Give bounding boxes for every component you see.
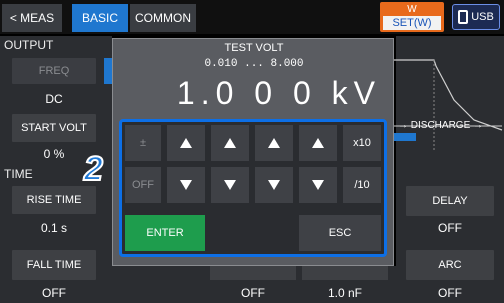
esc-button[interactable]: ESC <box>299 215 381 251</box>
time-label: TIME <box>4 167 33 181</box>
waveform-graph <box>394 59 503 150</box>
keypad: ± x10 OFF /10 ENTER ESC <box>119 119 387 257</box>
digit1-down-key[interactable] <box>167 167 205 203</box>
arc-value: OFF <box>438 286 462 300</box>
freq-value: DC <box>45 92 63 106</box>
digit3-up-key[interactable] <box>255 125 293 161</box>
digit2-up-key[interactable] <box>211 125 249 161</box>
usb-button[interactable]: USB <box>452 4 500 30</box>
fall-time-button[interactable]: FALL TIME <box>12 250 96 280</box>
step-number-badge: 2 <box>83 149 104 189</box>
enter-button[interactable]: ENTER <box>125 215 205 251</box>
test-volt-dialog: TEST VOLT 0.010 ... 8.000 1.0 0 0 kV ± x… <box>112 38 394 266</box>
down-arrow-icon <box>180 180 192 190</box>
rise-time-button[interactable]: RISE TIME <box>12 186 96 214</box>
div10-key[interactable]: /10 <box>343 167 381 203</box>
up-arrow-icon <box>312 138 324 148</box>
arc-button[interactable]: ARC <box>406 250 494 280</box>
digit4-up-key[interactable] <box>299 125 337 161</box>
digit3-down-key[interactable] <box>255 167 293 203</box>
tab-common[interactable]: COMMON <box>130 4 196 32</box>
bottom-mid-button1[interactable] <box>210 266 296 280</box>
discharge-label: → DISCHARGE → <box>398 120 484 131</box>
tab-basic[interactable]: BASIC <box>72 4 128 32</box>
off-key[interactable]: OFF <box>125 167 161 203</box>
start-volt-button[interactable]: START VOLT <box>12 114 96 142</box>
dialog-value-display: 1.0 0 0 kV <box>176 75 381 111</box>
digit4-down-key[interactable] <box>299 167 337 203</box>
digit2-down-key[interactable] <box>211 167 249 203</box>
digit1-up-key[interactable] <box>167 125 205 161</box>
usb-icon <box>458 10 469 24</box>
dialog-title: TEST VOLT <box>224 42 284 54</box>
down-arrow-icon <box>312 180 324 190</box>
usb-label: USB <box>471 11 494 23</box>
delay-button[interactable]: DELAY <box>406 186 494 216</box>
bottom-mid-value1: OFF <box>241 286 265 300</box>
down-arrow-icon <box>224 180 236 190</box>
bottom-mid-button2[interactable] <box>302 266 388 280</box>
delay-value: OFF <box>438 221 462 235</box>
up-arrow-icon <box>224 138 236 148</box>
bottom-mid-value2: 1.0 nF <box>327 286 363 300</box>
freq-button[interactable]: FREQ <box>12 58 96 84</box>
plus-minus-key[interactable]: ± <box>125 125 161 161</box>
wset-bottom-label: SET(W) <box>383 16 441 30</box>
wset-indicator[interactable]: W SET(W) <box>380 2 444 32</box>
tab-meas[interactable]: < MEAS <box>2 4 62 32</box>
discharge-bar <box>394 133 416 141</box>
output-label: OUTPUT <box>4 38 54 52</box>
up-arrow-icon <box>180 138 192 148</box>
wset-top-label: W <box>407 4 417 15</box>
x10-key[interactable]: x10 <box>343 125 381 161</box>
rise-time-value: 0.1 s <box>40 221 67 235</box>
down-arrow-icon <box>268 180 280 190</box>
dialog-range: 0.010 ... 8.000 <box>204 58 304 70</box>
fall-time-value: OFF <box>42 286 66 300</box>
freq-accent <box>104 58 112 84</box>
up-arrow-icon <box>268 138 280 148</box>
